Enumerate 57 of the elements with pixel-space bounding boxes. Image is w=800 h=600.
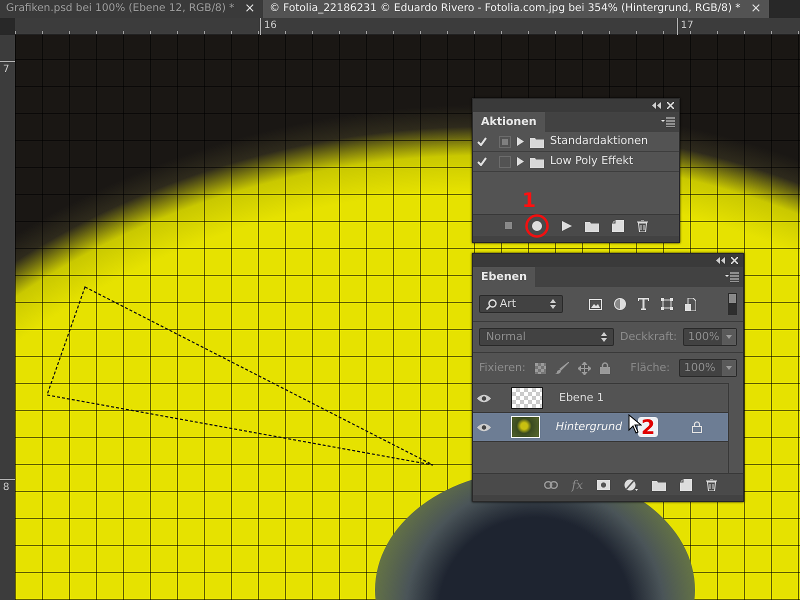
new-item-icon[interactable] [612,220,624,232]
menu-icon[interactable] [661,117,675,127]
check-icon[interactable] [477,137,487,146]
record-icon[interactable] [524,214,548,238]
checker-lock-icon[interactable] [534,362,546,374]
eye-icon[interactable] [477,394,491,402]
filter-dropdown[interactable]: Art [479,295,563,313]
action-set-row[interactable]: Standardaktionen [473,132,679,152]
menu-icon[interactable] [725,272,739,282]
folder-icon[interactable] [584,220,598,232]
dialog-toggle-icon[interactable] [499,136,511,148]
mask-icon[interactable] [597,480,610,490]
link-icon[interactable] [544,480,558,488]
spinner-icon [550,299,556,309]
folder-icon [530,136,544,148]
folder-icon [530,156,544,168]
smart-object-icon[interactable] [685,298,696,310]
caret-icon [726,366,732,370]
type-tool-icon[interactable] [638,298,649,310]
play-icon[interactable] [562,220,572,230]
close-icon[interactable] [667,102,674,109]
new-item-icon[interactable] [680,478,692,490]
photo-thumbnail [511,416,540,438]
document-tab[interactable]: © Fotolia_22186231 © Eduardo Rivero - Fotolia.com.jpg bei 354% (Hintergrund, RGB/8) * × [263,0,770,18]
annotation-number: 1 [522,190,536,210]
transparent-thumbnail [511,387,543,409]
collapse-icon[interactable] [652,102,661,109]
close-icon[interactable]: × [750,0,762,19]
stop-icon[interactable] [504,222,512,229]
eye-icon[interactable] [477,422,491,432]
move-icon[interactable] [578,362,591,374]
trash-icon[interactable] [706,478,717,490]
document-tab[interactable]: Grafiken.psd bei 100% (Ebene 12, RGB/8) * × [0,0,264,18]
layer-name: Hintergrund [556,418,622,435]
caret-icon [726,335,732,339]
lock-icon[interactable] [600,362,610,374]
folder-icon[interactable] [652,478,666,490]
panel-tab[interactable]: Ebenen [473,267,535,287]
transform-icon[interactable] [661,298,673,310]
spinner-icon [600,332,607,342]
action-set-row[interactable]: Low Poly Effekt [473,152,679,172]
image-icon[interactable] [589,298,602,310]
close-icon[interactable] [731,257,738,264]
search-icon [486,298,497,310]
layer-row[interactable]: Hintergrund 2 [473,413,728,442]
trash-icon[interactable] [636,220,648,232]
expand-triangle-icon[interactable] [517,157,524,166]
panel-tab[interactable]: Aktionen [473,112,545,132]
cursor-arrow-icon [628,414,642,434]
close-icon[interactable]: × [244,0,256,19]
collapse-icon[interactable] [716,257,725,264]
annotation-number: 2 [638,417,658,437]
layer-name: Ebene 1 [559,390,604,406]
filter-toggle-icon[interactable] [728,293,737,315]
check-icon[interactable] [477,157,487,166]
brush-icon[interactable] [554,362,569,374]
expand-triangle-icon[interactable] [517,137,524,146]
